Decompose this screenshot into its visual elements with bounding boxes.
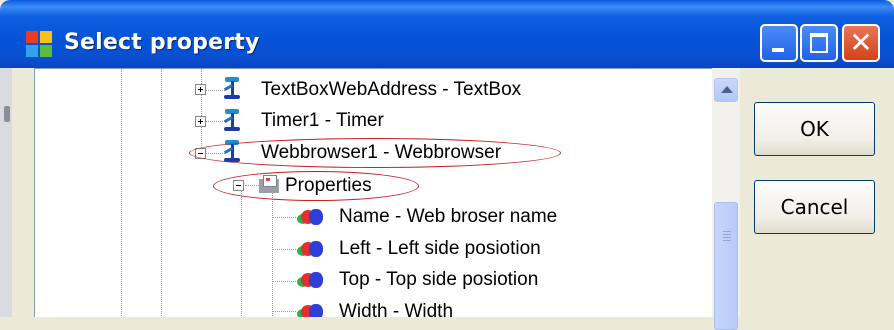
window-frame-left (12, 68, 34, 317)
control-icon (221, 109, 243, 135)
tree-item-label: Timer1 - Timer (261, 110, 384, 131)
window-titlebar[interactable]: Select property ✕ (0, 0, 894, 68)
ok-button-label: OK (800, 117, 829, 141)
scroll-up-button[interactable] (714, 78, 738, 102)
tree-scrollbar[interactable] (712, 68, 740, 330)
cancel-button-label: Cancel (780, 195, 849, 219)
property-icon (297, 270, 325, 290)
highlight-ellipse (189, 138, 561, 168)
property-icon (297, 239, 325, 259)
expand-icon[interactable] (195, 116, 206, 127)
minimize-button[interactable] (760, 24, 798, 62)
close-button[interactable]: ✕ (842, 24, 880, 62)
property-icon (297, 207, 325, 227)
window-title: Select property (64, 30, 260, 55)
background-window-edge (0, 68, 12, 317)
control-icon (221, 77, 243, 103)
app-icon (26, 31, 52, 57)
property-tree[interactable]: TextBoxWebAddress - TextBox Timer1 - Tim… (34, 68, 712, 317)
property-icon (297, 302, 325, 317)
cancel-button[interactable]: Cancel (754, 180, 875, 234)
scroll-thumb[interactable] (714, 202, 738, 330)
maximize-button[interactable] (800, 24, 838, 62)
tree-item-label: Width - Width (339, 301, 454, 317)
tree-item-label: Top - Top side posiotion (339, 269, 539, 290)
tree-item-label: TextBoxWebAddress - TextBox (261, 79, 522, 100)
tree-item-label: Left - Left side posiotion (339, 238, 541, 259)
close-icon: ✕ (849, 26, 873, 59)
expand-icon[interactable] (195, 84, 206, 95)
tree-item-label: Name - Web broser name (339, 206, 558, 227)
ok-button[interactable]: OK (754, 102, 875, 156)
highlight-ellipse (213, 171, 419, 201)
